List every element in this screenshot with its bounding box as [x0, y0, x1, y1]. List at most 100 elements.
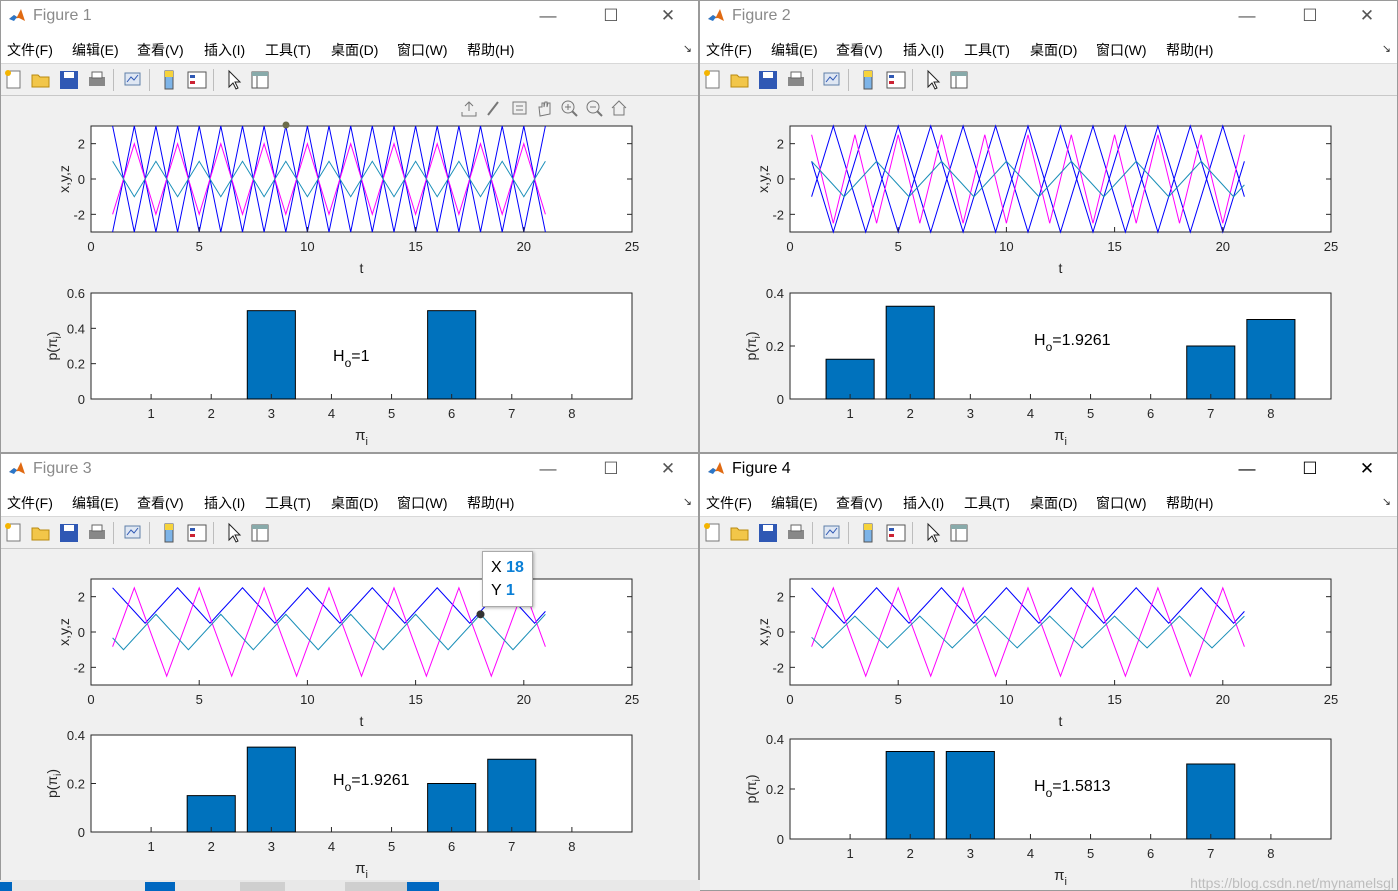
figure-canvas[interactable]: 2 0 -2 0 5 10 15 20 25 t x,y,z 0.4 0.2 0 1 2 3 4 5 6 7 8 πi p(π… — [700, 549, 1397, 890]
open-file-icon[interactable] — [729, 69, 751, 91]
figure-canvas[interactable]: 2 0 -2 0 5 10 15 20 25 t x,y,z 0.4 0.2 0 1 2 3 4 5 6 7 8 πi p(π… — [700, 96, 1397, 452]
save-icon[interactable] — [58, 69, 80, 91]
minimize-button[interactable]: — — [525, 1, 571, 31]
menu-item-3[interactable]: 插入(I) — [204, 40, 245, 60]
save-icon[interactable] — [757, 69, 779, 91]
menu-item-6[interactable]: 窗口(W) — [1096, 493, 1147, 513]
property-inspector-icon[interactable] — [249, 522, 271, 544]
menu-item-2[interactable]: 查看(V) — [836, 493, 883, 513]
new-figure-icon[interactable] — [702, 69, 724, 91]
menu-item-7[interactable]: 帮助(H) — [467, 493, 514, 513]
menu-item-0[interactable]: 文件(F) — [706, 40, 752, 60]
print-icon[interactable] — [86, 522, 108, 544]
new-figure-icon[interactable] — [3, 69, 25, 91]
pointer-icon[interactable] — [223, 522, 245, 544]
taskbar-item[interactable] — [345, 882, 407, 891]
menu-item-7[interactable]: 帮助(H) — [1166, 493, 1213, 513]
menu-item-3[interactable]: 插入(I) — [204, 493, 245, 513]
dock-arrow-icon[interactable]: ↘ — [1382, 42, 1391, 55]
menu-item-4[interactable]: 工具(T) — [265, 493, 311, 513]
menu-item-6[interactable]: 窗口(W) — [397, 493, 448, 513]
save-icon[interactable] — [58, 522, 80, 544]
figure-canvas[interactable]: 2 0 -2 0 5 10 15 20 25 t x,y,z 0.4 0.2 0 1 2 3 4 5 6 7 8 πi p(π… — [1, 549, 698, 890]
menu-item-3[interactable]: 插入(I) — [903, 40, 944, 60]
taskbar-item[interactable] — [405, 882, 439, 891]
colorbar-icon[interactable] — [857, 69, 879, 91]
menu-item-5[interactable]: 桌面(D) — [331, 40, 378, 60]
figure-window-1[interactable]: Figure 1 — ☐ ✕ 文件(F) 编辑(E) 查看(V) 插入(I) 工具(T) 桌面(D… — [0, 0, 699, 453]
dock-arrow-icon[interactable]: ↘ — [683, 42, 692, 55]
menu-item-2[interactable]: 查看(V) — [137, 493, 184, 513]
open-file-icon[interactable] — [30, 69, 52, 91]
figure-window-2[interactable]: Figure 2 — ☐ ✕ 文件(F) 编辑(E) 查看(V) 插入(I) 工具(T) 桌面(D… — [699, 0, 1398, 453]
title-bar[interactable]: Figure 4 — ☐ ✕ — [700, 454, 1397, 486]
link-plot-icon[interactable] — [821, 522, 843, 544]
legend-icon[interactable] — [186, 522, 208, 544]
menu-item-1[interactable]: 编辑(E) — [771, 40, 818, 60]
menu-item-6[interactable]: 窗口(W) — [1096, 40, 1147, 60]
property-inspector-icon[interactable] — [948, 69, 970, 91]
maximize-button[interactable]: ☐ — [588, 454, 634, 484]
title-bar[interactable]: Figure 1 — ☐ ✕ — [1, 1, 698, 33]
new-figure-icon[interactable] — [702, 522, 724, 544]
link-plot-icon[interactable] — [122, 69, 144, 91]
close-button[interactable]: ✕ — [645, 1, 691, 31]
menu-item-4[interactable]: 工具(T) — [964, 40, 1010, 60]
dock-arrow-icon[interactable]: ↘ — [1382, 495, 1391, 508]
title-bar[interactable]: Figure 2 — ☐ ✕ — [700, 1, 1397, 33]
link-plot-icon[interactable] — [821, 69, 843, 91]
figure-window-4[interactable]: Figure 4 — ☐ ✕ 文件(F) 编辑(E) 查看(V) 插入(I) 工具(T) 桌面(D… — [699, 453, 1398, 891]
menu-item-7[interactable]: 帮助(H) — [1166, 40, 1213, 60]
pointer-icon[interactable] — [922, 522, 944, 544]
figure-canvas[interactable]: 2 0 -2 0 5 10 15 20 25 t x,y,z 0.6 0.4 0.2 0 1 2 3 4 5 6 7 8 πi… — [1, 96, 698, 452]
menu-item-7[interactable]: 帮助(H) — [467, 40, 514, 60]
legend-icon[interactable] — [885, 69, 907, 91]
close-button[interactable]: ✕ — [1344, 454, 1390, 484]
dock-arrow-icon[interactable]: ↘ — [683, 495, 692, 508]
title-bar[interactable]: Figure 3 — ☐ ✕ — [1, 454, 698, 486]
colorbar-icon[interactable] — [158, 522, 180, 544]
close-button[interactable]: ✕ — [1344, 1, 1390, 31]
figure-window-3[interactable]: Figure 3 — ☐ ✕ 文件(F) 编辑(E) 查看(V) 插入(I) 工具(T) 桌面(D… — [0, 453, 699, 891]
menu-item-2[interactable]: 查看(V) — [137, 40, 184, 60]
datatip[interactable]: X 18 Y 1 — [482, 551, 533, 607]
legend-icon[interactable] — [186, 69, 208, 91]
print-icon[interactable] — [785, 522, 807, 544]
menu-item-4[interactable]: 工具(T) — [265, 40, 311, 60]
menu-item-5[interactable]: 桌面(D) — [331, 493, 378, 513]
taskbar-item[interactable] — [145, 882, 175, 891]
menu-item-1[interactable]: 编辑(E) — [72, 493, 119, 513]
maximize-button[interactable]: ☐ — [1287, 454, 1333, 484]
property-inspector-icon[interactable] — [948, 522, 970, 544]
menu-item-0[interactable]: 文件(F) — [706, 493, 752, 513]
new-figure-icon[interactable] — [3, 522, 25, 544]
open-file-icon[interactable] — [729, 522, 751, 544]
minimize-button[interactable]: — — [1224, 1, 1270, 31]
taskbar-item[interactable] — [0, 882, 12, 891]
maximize-button[interactable]: ☐ — [1287, 1, 1333, 31]
menu-item-2[interactable]: 查看(V) — [836, 40, 883, 60]
menu-item-1[interactable]: 编辑(E) — [771, 493, 818, 513]
menu-item-1[interactable]: 编辑(E) — [72, 40, 119, 60]
property-inspector-icon[interactable] — [249, 69, 271, 91]
open-file-icon[interactable] — [30, 522, 52, 544]
pointer-icon[interactable] — [922, 69, 944, 91]
menu-item-4[interactable]: 工具(T) — [964, 493, 1010, 513]
menu-item-3[interactable]: 插入(I) — [903, 493, 944, 513]
save-icon[interactable] — [757, 522, 779, 544]
colorbar-icon[interactable] — [857, 522, 879, 544]
minimize-button[interactable]: — — [1224, 454, 1270, 484]
print-icon[interactable] — [785, 69, 807, 91]
menu-item-0[interactable]: 文件(F) — [7, 493, 53, 513]
menu-item-5[interactable]: 桌面(D) — [1030, 493, 1077, 513]
menu-item-6[interactable]: 窗口(W) — [397, 40, 448, 60]
maximize-button[interactable]: ☐ — [588, 1, 634, 31]
menu-item-0[interactable]: 文件(F) — [7, 40, 53, 60]
pointer-icon[interactable] — [223, 69, 245, 91]
minimize-button[interactable]: — — [525, 454, 571, 484]
link-plot-icon[interactable] — [122, 522, 144, 544]
taskbar-item[interactable] — [240, 882, 285, 891]
print-icon[interactable] — [86, 69, 108, 91]
close-button[interactable]: ✕ — [645, 454, 691, 484]
legend-icon[interactable] — [885, 522, 907, 544]
